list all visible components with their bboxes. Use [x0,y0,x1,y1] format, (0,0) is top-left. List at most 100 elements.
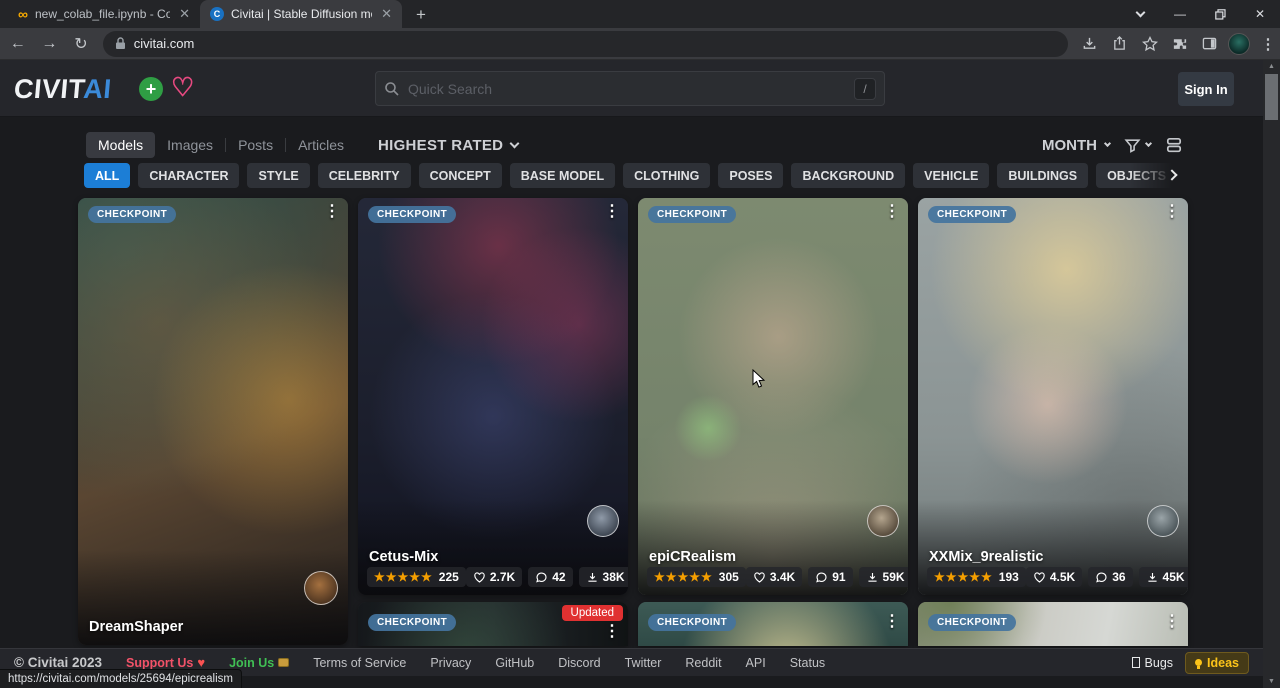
status-url-bubble: https://civitai.com/models/25694/epicrea… [0,669,242,688]
minimize-button[interactable]: — [1160,0,1200,28]
footer-link-join-us[interactable]: Join Us [229,656,289,670]
creator-avatar[interactable] [304,571,338,605]
side-panel-icon[interactable] [1198,32,1222,56]
card-menu-icon[interactable]: ⋮ [1164,204,1180,220]
chevron-down-icon [1145,140,1152,147]
layout-toggle-icon[interactable] [1165,136,1183,154]
chip-base-model[interactable]: BASE MODEL [510,163,615,188]
create-button[interactable]: + [139,77,163,101]
search-input[interactable] [408,81,846,97]
new-tab-button[interactable]: + [408,2,434,28]
scroll-down-icon[interactable]: ▼ [1263,675,1280,688]
footer-link-support-us[interactable]: Support Us ♥ [126,655,205,670]
page-scrollbar[interactable]: ▲ ▼ [1263,60,1280,688]
chip-clothing[interactable]: CLOTHING [623,163,710,188]
browser-menu-icon[interactable]: ⋮ [1256,32,1280,56]
card-menu-icon[interactable]: ⋮ [604,624,620,640]
search-box[interactable]: / [375,71,885,106]
model-card-partial[interactable]: CHECKPOINT ⋮ [918,602,1188,646]
comments-count: 36 [1112,570,1125,584]
card-menu-icon[interactable]: ⋮ [324,204,340,220]
sign-in-button[interactable]: Sign In [1178,72,1234,106]
model-card-partial[interactable]: CHECKPOINT ⋮ [638,602,908,646]
footer-link-twitter[interactable]: Twitter [625,656,662,670]
model-card-dreamshaper[interactable]: CHECKPOINT ⋮ DreamShaper [78,198,348,645]
heart-icon [753,571,766,584]
model-card-cetus-mix[interactable]: CHECKPOINT ⋮ Cetus-Mix ★★★★★ 225 2.7K 42… [358,198,628,595]
tab-posts[interactable]: Posts [226,132,285,158]
browser-tab-civitai[interactable]: C Civitai | Stable Diffusion models, ✕ [200,0,402,28]
stat-group: 4.5K 36 45K [1026,567,1188,587]
download-icon[interactable] [1078,32,1102,56]
chip-concept[interactable]: CONCEPT [419,163,502,188]
tab-close-icon[interactable]: ✕ [379,6,394,22]
restore-button[interactable] [1200,0,1240,28]
tab-images[interactable]: Images [155,132,225,158]
chips-scroll-right-button[interactable] [1130,160,1190,190]
model-card-xxmix9realistic[interactable]: CHECKPOINT ⋮ XXMix_9realistic ★★★★★ 193 … [918,198,1188,595]
share-icon[interactable] [1108,32,1132,56]
footer-link-terms[interactable]: Terms of Service [313,656,406,670]
card-menu-icon[interactable]: ⋮ [604,204,620,220]
tab-models[interactable]: Models [86,132,155,158]
chip-background[interactable]: BACKGROUND [791,163,905,188]
extensions-icon[interactable] [1168,32,1192,56]
chip-character[interactable]: CHARACTER [138,163,239,188]
heart-icon: ♥ [197,655,205,670]
creator-avatar[interactable] [867,505,899,537]
tab-articles[interactable]: Articles [286,132,356,158]
stat-group: 2.7K 42 38K [466,567,628,587]
creator-avatar[interactable] [587,505,619,537]
sort-dropdown[interactable]: HIGHEST RATED [378,137,518,154]
filter-dropdown[interactable] [1124,137,1151,154]
favorites-heart-icon[interactable]: ♡ [171,72,194,103]
tab-close-icon[interactable]: ✕ [177,6,192,22]
bugs-button[interactable]: Bugs [1132,656,1174,670]
close-window-button[interactable]: ✕ [1240,0,1280,28]
period-dropdown[interactable]: MONTH [1042,137,1110,154]
chip-all[interactable]: ALL [84,163,130,188]
downloads-count: 59K [883,570,905,584]
checkpoint-badge: CHECKPOINT [648,206,736,223]
browser-tab-colab[interactable]: ∞ new_colab_file.ipynb - Colaborat ✕ [8,0,200,28]
footer-link-github[interactable]: GitHub [495,656,534,670]
footer-link-status[interactable]: Status [790,656,825,670]
bugs-label: Bugs [1145,656,1174,670]
rating-pill: ★★★★★ 305 [647,567,746,587]
profile-avatar[interactable] [1228,33,1250,55]
category-chips: ALL CHARACTER STYLE CELEBRITY CONCEPT BA… [84,163,1180,188]
reload-button[interactable]: ↻ [67,30,95,58]
tab-search-icon[interactable] [1120,0,1160,28]
creator-avatar[interactable] [1147,505,1179,537]
checkpoint-badge: CHECKPOINT [88,206,176,223]
card-menu-icon[interactable]: ⋮ [884,204,900,220]
forward-button[interactable]: → [36,30,64,58]
card-menu-icon[interactable]: ⋮ [1164,614,1180,630]
model-card-epicrealism[interactable]: CHECKPOINT ⋮ epiCRealism ★★★★★ 305 3.4K … [638,198,908,595]
ideas-button[interactable]: Ideas [1185,652,1249,674]
content-nav: Models Images Posts Articles HIGHEST RAT… [86,131,518,159]
chip-buildings[interactable]: BUILDINGS [997,163,1088,188]
footer-link-api[interactable]: API [746,656,766,670]
model-card-partial[interactable]: Updated CHECKPOINT ⋮ [358,602,628,646]
scrollbar-thumb[interactable] [1265,74,1278,120]
bookmark-star-icon[interactable] [1138,32,1162,56]
status-url-text: https://civitai.com/models/25694/epicrea… [8,673,233,685]
scroll-up-icon[interactable]: ▲ [1263,60,1280,73]
tab-title: Civitai | Stable Diffusion models, [231,7,372,21]
footer-right: Bugs Ideas [1132,652,1249,674]
footer-link-discord[interactable]: Discord [558,656,600,670]
join-us-label: Join Us [229,656,274,670]
browser-toolbar: ← → ↻ civitai.com ⋮ [0,28,1280,60]
card-menu-icon[interactable]: ⋮ [884,614,900,630]
address-bar[interactable]: civitai.com [103,31,1068,57]
civitai-logo[interactable]: CIVITAI [13,74,113,105]
chip-style[interactable]: STYLE [247,163,309,188]
chip-vehicle[interactable]: VEHICLE [913,163,989,188]
footer-link-privacy[interactable]: Privacy [430,656,471,670]
sort-label: HIGHEST RATED [378,137,503,154]
back-button[interactable]: ← [4,30,32,58]
footer-link-reddit[interactable]: Reddit [685,656,721,670]
chip-celebrity[interactable]: CELEBRITY [318,163,411,188]
chip-poses[interactable]: POSES [718,163,783,188]
